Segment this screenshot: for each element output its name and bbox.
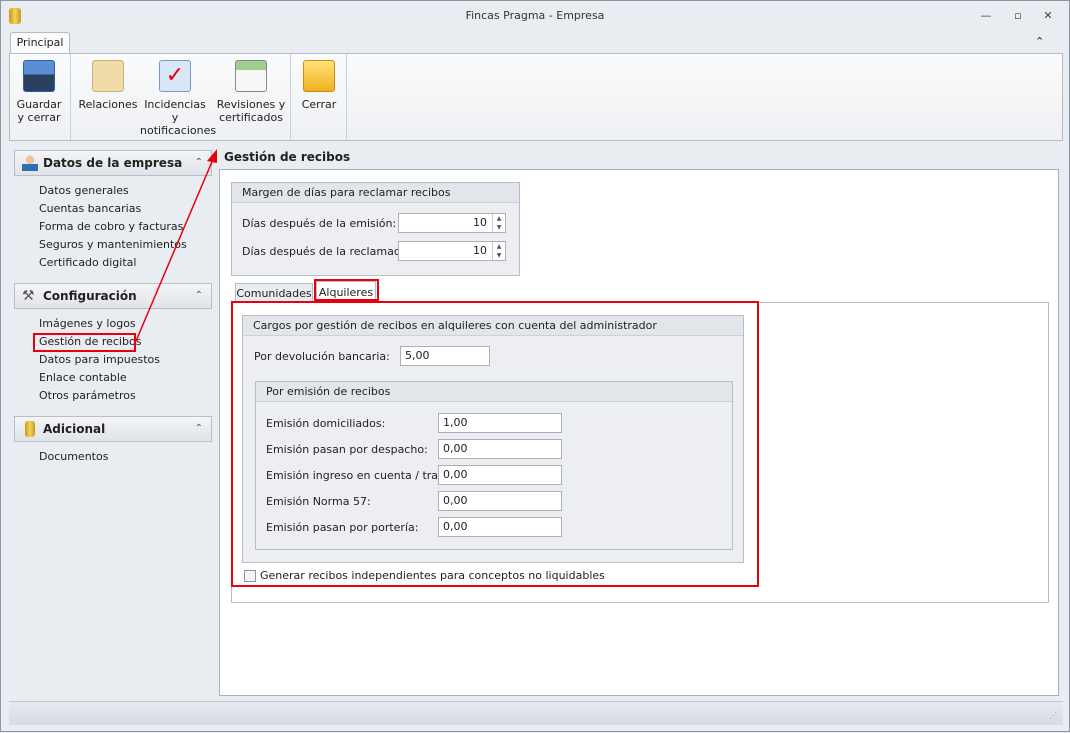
application-window: Fincas Pragma - Empresa — ▫ ✕ Principal … [0,0,1070,732]
resize-grip-icon[interactable]: ⋰ [1049,711,1057,720]
status-bar [9,701,1063,725]
annotation-arrow [135,149,217,342]
